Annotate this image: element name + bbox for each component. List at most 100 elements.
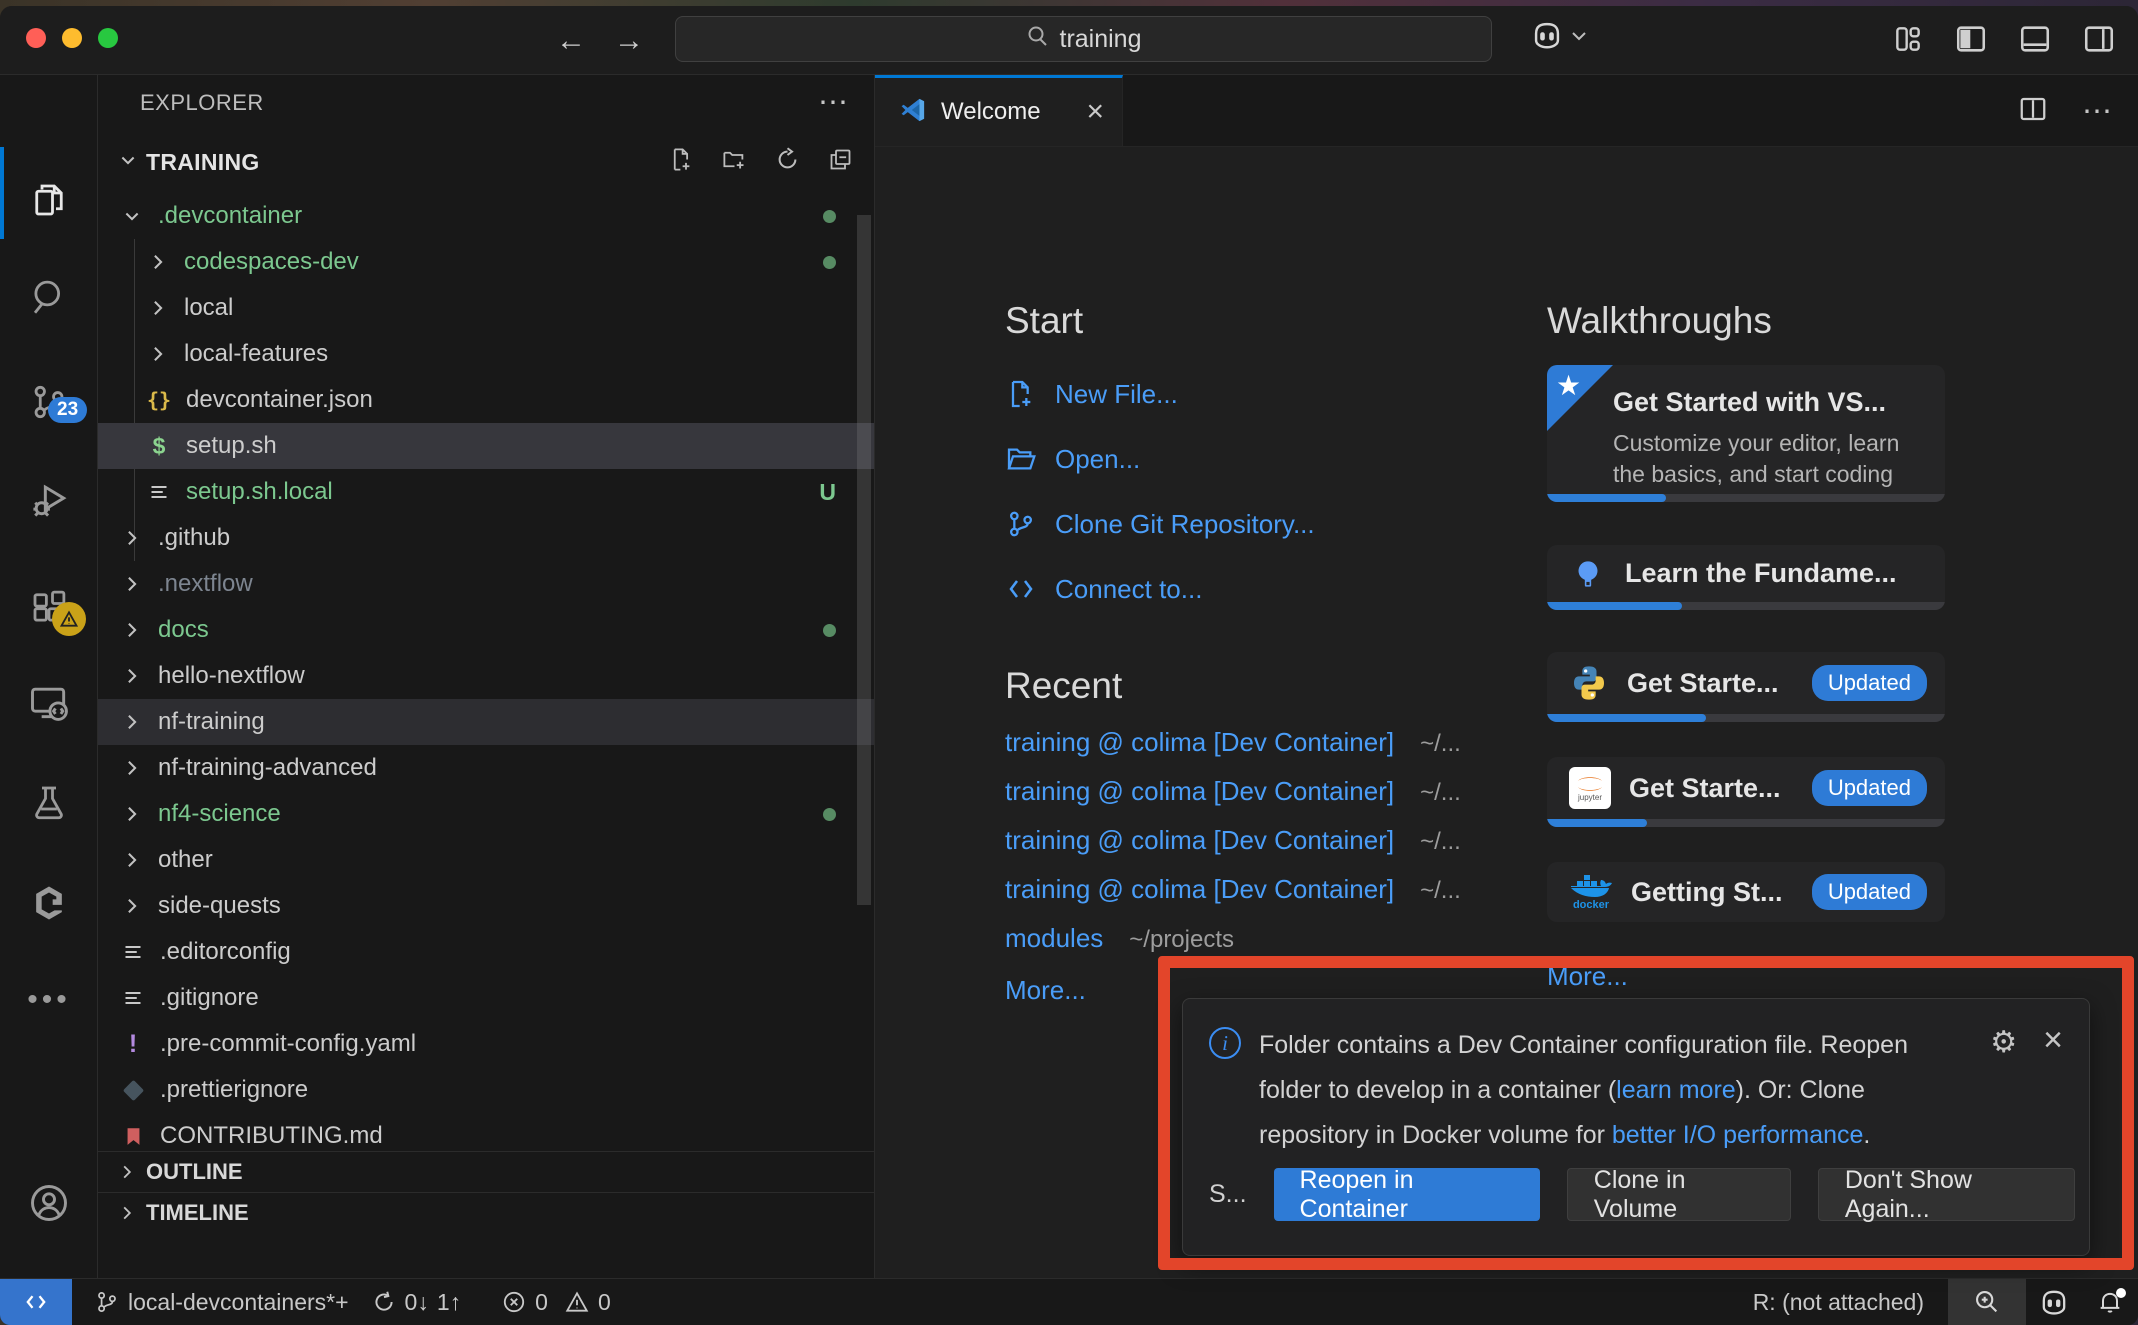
tree-item-local-features[interactable]: local-features	[98, 331, 874, 377]
copilot-status-icon[interactable]	[2026, 1279, 2082, 1325]
recent-item-link[interactable]: modules	[1005, 923, 1103, 954]
recent-item[interactable]: modules~/projects	[1005, 923, 1234, 954]
recent-item-link[interactable]: training @ colima [Dev Container]	[1005, 825, 1394, 856]
tree-item-codespaces-dev[interactable]: codespaces-dev	[98, 239, 874, 285]
minimize-window-button[interactable]	[62, 28, 82, 48]
chevron-down-icon[interactable]	[118, 150, 138, 175]
back-icon[interactable]: ←	[556, 24, 586, 58]
close-window-button[interactable]	[26, 28, 46, 48]
docker-icon: docker	[1569, 873, 1613, 911]
recent-item[interactable]: training @ colima [Dev Container]~/...	[1005, 727, 1461, 758]
tree-item--prettierignore[interactable]: .prettierignore	[98, 1067, 874, 1113]
tree-item--editorconfig[interactable]: .editorconfig	[98, 929, 874, 975]
explorer-icon[interactable]	[0, 164, 98, 236]
tree-item-local[interactable]: local	[98, 285, 874, 331]
toggle-secondary-sidebar-icon[interactable]	[2082, 22, 2116, 56]
sync-status[interactable]: 0↓ 1↑	[371, 1289, 462, 1316]
dont-show-again-button[interactable]: Don't Show Again...	[1818, 1168, 2075, 1221]
new-file-icon[interactable]	[668, 146, 695, 178]
debug-attach-status[interactable]: R: (not attached)	[1753, 1289, 1924, 1316]
collapse-all-icon[interactable]	[827, 146, 854, 178]
problems-status[interactable]: 0 0	[501, 1289, 611, 1316]
walkthrough-title: Get Starte...	[1629, 773, 1781, 804]
recent-item[interactable]: training @ colima [Dev Container] ~/...	[1005, 874, 1461, 905]
zoom-window-button[interactable]	[98, 28, 118, 48]
recent-item[interactable]: training @ colima [Dev Container]~/...	[1005, 776, 1461, 807]
clone-in-volume-button[interactable]: Clone in Volume	[1567, 1168, 1791, 1221]
start-new-file[interactable]: New File...	[1005, 378, 1178, 410]
updated-badge: Updated	[1812, 770, 1927, 806]
tree-item--devcontainer[interactable]: .devcontainer	[98, 193, 874, 239]
tree-item-docs[interactable]: docs	[98, 607, 874, 653]
tree-item--gitignore[interactable]: .gitignore	[98, 975, 874, 1021]
walkthroughs-more-link[interactable]: More...	[1547, 961, 1628, 992]
learn-more-link[interactable]: learn more	[1616, 1076, 1736, 1104]
customize-layout-icon[interactable]	[1892, 23, 1924, 55]
start-connect-to[interactable]: Connect to...	[1005, 573, 1202, 605]
explorer-more-actions-icon[interactable]: ⋯	[818, 98, 848, 108]
branch-status[interactable]: local-devcontainers*+	[94, 1289, 349, 1316]
walkthrough-card-4[interactable]: jupyterGet Starte...Updated	[1547, 757, 1945, 827]
tree-item-setup-sh-local[interactable]: setup.sh.localU	[98, 469, 874, 515]
list-icon	[146, 482, 172, 502]
start-clone-git-repository[interactable]: Clone Git Repository...	[1005, 508, 1315, 540]
tree-item-nf-training[interactable]: nf-training	[98, 699, 874, 745]
tree-item-side-quests[interactable]: side-quests	[98, 883, 874, 929]
forward-icon[interactable]: →	[614, 24, 644, 58]
extensions-icon[interactable]	[0, 571, 98, 643]
copilot-menu[interactable]	[1530, 20, 1588, 55]
recent-item-link[interactable]: training @ colima [Dev Container]	[1005, 776, 1394, 807]
notification-settings-gear-icon[interactable]: ⚙	[1990, 1025, 2017, 1060]
refresh-icon[interactable]	[774, 146, 801, 178]
reopen-in-container-button[interactable]: Reopen in Container	[1274, 1168, 1540, 1221]
tree-item-other[interactable]: other	[98, 837, 874, 883]
notifications-bell-icon[interactable]	[2082, 1279, 2138, 1325]
account-icon[interactable]	[0, 1167, 98, 1239]
toggle-panel-icon[interactable]	[2018, 22, 2052, 56]
tree-item-label: .pre-commit-config.yaml	[160, 1030, 416, 1058]
run-debug-icon[interactable]	[0, 464, 98, 536]
toggle-primary-sidebar-icon[interactable]	[1954, 22, 1988, 56]
recent-item[interactable]: training @ colima [Dev Container]~/...	[1005, 825, 1461, 856]
notification-close-icon[interactable]: ×	[2043, 1025, 2063, 1055]
tree-item-devcontainer-json[interactable]: {}devcontainer.json	[98, 377, 874, 423]
more-views-icon[interactable]: •••	[0, 964, 98, 1036]
editor-more-actions-icon[interactable]: ⋯	[2082, 94, 2112, 129]
start-open[interactable]: Open...	[1005, 443, 1140, 475]
tree-item--nextflow[interactable]: .nextflow	[98, 561, 874, 607]
tree-item-setup-sh[interactable]: $setup.sh	[98, 423, 874, 469]
recent-item-link[interactable]: training @ colima [Dev Container]	[1005, 727, 1394, 758]
walkthrough-card-5[interactable]: dockerGetting St...Updated	[1547, 862, 1945, 922]
timeline-section[interactable]: TIMELINE	[98, 1192, 874, 1233]
copilot-icon	[1530, 20, 1564, 55]
tree-item-nf4-science[interactable]: nf4-science	[98, 791, 874, 837]
io-performance-link[interactable]: better I/O performance	[1612, 1121, 1864, 1149]
chevron-right-icon	[120, 850, 144, 870]
command-center-search[interactable]: training	[675, 16, 1492, 62]
testing-icon[interactable]	[0, 766, 98, 838]
walkthrough-card-3[interactable]: Get Starte...Updated	[1547, 652, 1945, 722]
tab-welcome[interactable]: Welcome ×	[875, 75, 1123, 146]
workspace-section-label[interactable]: TRAINING	[146, 149, 260, 176]
walkthrough-card-1[interactable]: ★Get Started with VS...Customize your ed…	[1547, 365, 1945, 502]
tree-item-label: .editorconfig	[160, 938, 291, 966]
recent-more-link[interactable]: More...	[1005, 975, 1086, 1006]
recent-item-path: ~/...	[1420, 877, 1461, 905]
gitlens-icon[interactable]	[0, 867, 98, 939]
tree-item-hello-nextflow[interactable]: hello-nextflow	[98, 653, 874, 699]
chevron-down-icon	[120, 206, 144, 226]
sidebar-scrollbar[interactable]	[857, 215, 871, 905]
split-editor-icon[interactable]	[2018, 94, 2048, 129]
tab-close-icon[interactable]: ×	[1086, 102, 1104, 122]
tree-item--pre-commit-config-yaml[interactable]: !.pre-commit-config.yaml	[98, 1021, 874, 1067]
tree-item--github[interactable]: .github	[98, 515, 874, 561]
recent-item-link[interactable]: training @ colima [Dev Container]	[1005, 874, 1394, 905]
outline-section[interactable]: OUTLINE	[98, 1151, 874, 1192]
remote-explorer-icon[interactable]	[0, 666, 98, 738]
remote-indicator[interactable]	[0, 1279, 72, 1325]
new-folder-icon[interactable]	[721, 146, 748, 178]
search-view-icon[interactable]	[0, 261, 98, 333]
tree-item-nf-training-advanced[interactable]: nf-training-advanced	[98, 745, 874, 791]
zoom-status-button[interactable]	[1948, 1279, 2026, 1325]
walkthrough-card-2[interactable]: Learn the Fundame...	[1547, 545, 1945, 610]
